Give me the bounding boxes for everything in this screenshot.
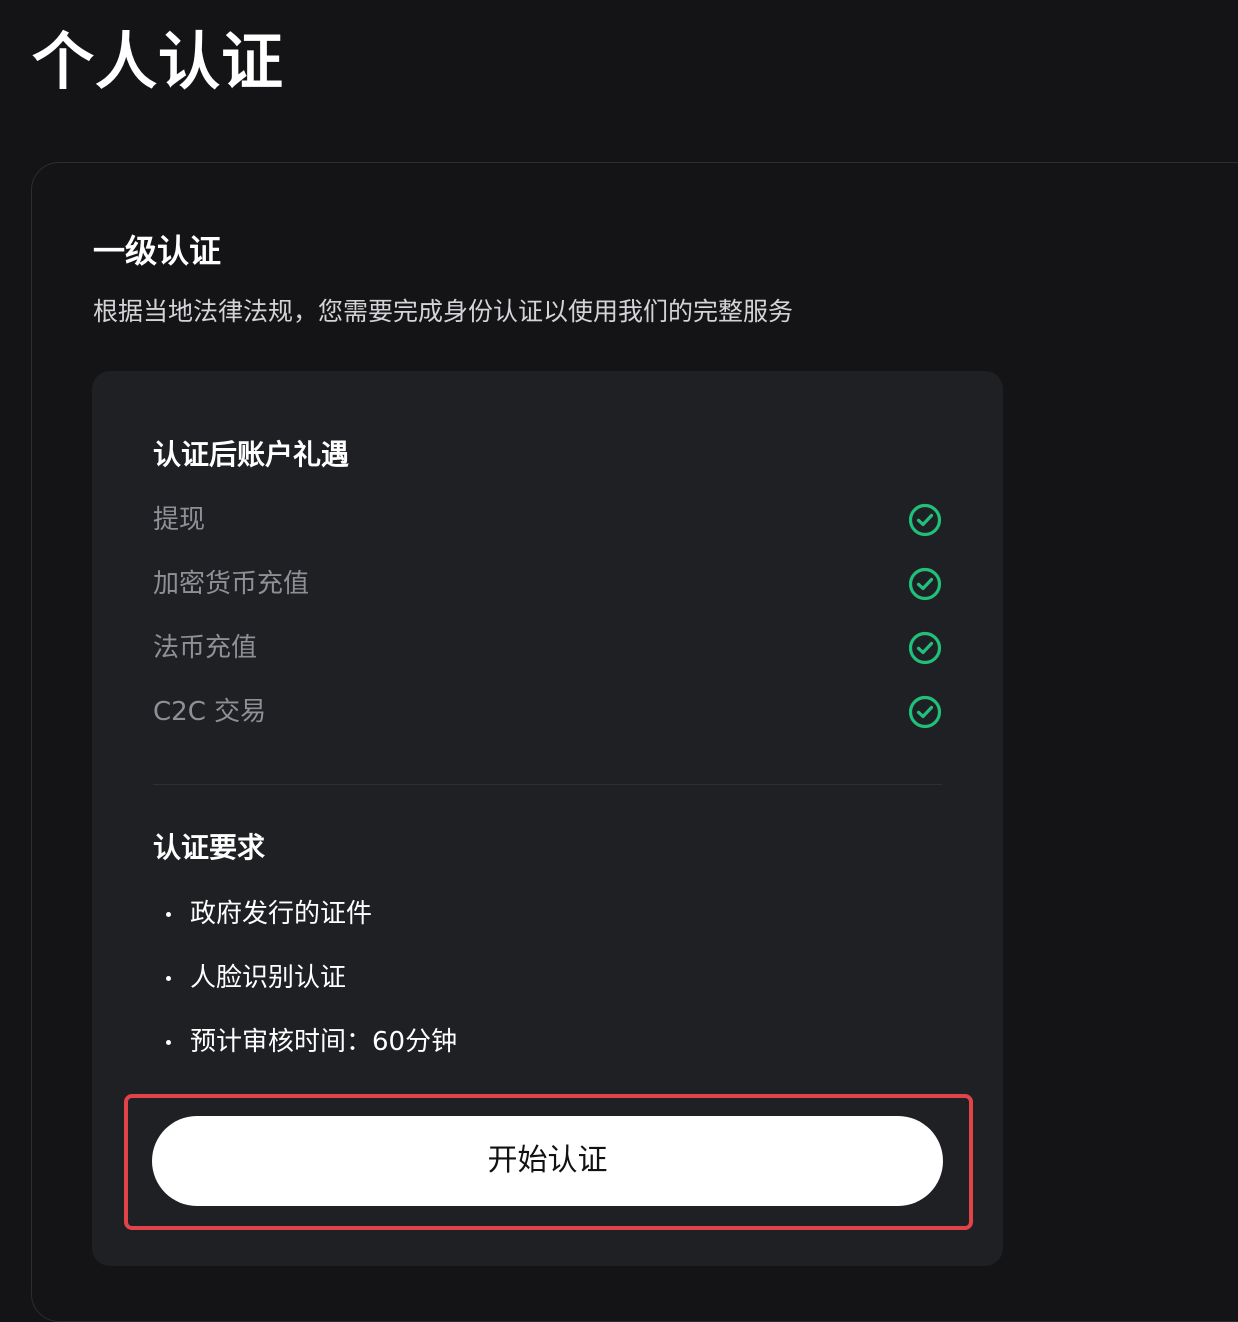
benefit-label: 加密货币充值 [153, 569, 310, 599]
benefits-title: 认证后账户礼遇 [153, 438, 350, 471]
requirement-item: 政府发行的证件 [166, 894, 372, 934]
requirement-item: 人脸识别认证 [166, 958, 346, 998]
requirement-text: 人脸识别认证 [190, 963, 347, 993]
level-description: 根据当地法律法规，您需要完成身份认证以使用我们的完整服务 [93, 297, 794, 326]
bullet-dot [166, 911, 171, 917]
benefit-label: C2C 交易 [153, 697, 267, 727]
check-circle-icon [908, 503, 942, 537]
requirement-item: 预计审核时间：60分钟 [166, 1022, 457, 1062]
requirement-text: 预计审核时间：60分钟 [190, 1027, 458, 1057]
benefit-item-crypto-deposit: 加密货币充值 [153, 562, 943, 606]
level-title: 一级认证 [93, 232, 222, 270]
benefit-item-withdraw: 提现 [153, 498, 943, 542]
benefit-label: 法币充值 [153, 633, 258, 663]
start-verification-button[interactable]: 开始认证 [152, 1116, 943, 1206]
benefit-item-c2c-trading: C2C 交易 [153, 690, 943, 734]
benefit-item-fiat-deposit: 法币充值 [153, 626, 943, 670]
check-circle-icon [908, 567, 942, 601]
check-circle-icon [908, 695, 942, 729]
benefit-label: 提现 [153, 505, 206, 535]
section-divider [153, 784, 942, 785]
page-title: 个人认证 [32, 25, 285, 98]
check-circle-icon [908, 631, 942, 665]
requirement-text: 政府发行的证件 [190, 899, 373, 929]
bullet-dot [166, 1039, 171, 1045]
bullet-dot [166, 975, 171, 981]
requirements-title: 认证要求 [153, 831, 266, 864]
